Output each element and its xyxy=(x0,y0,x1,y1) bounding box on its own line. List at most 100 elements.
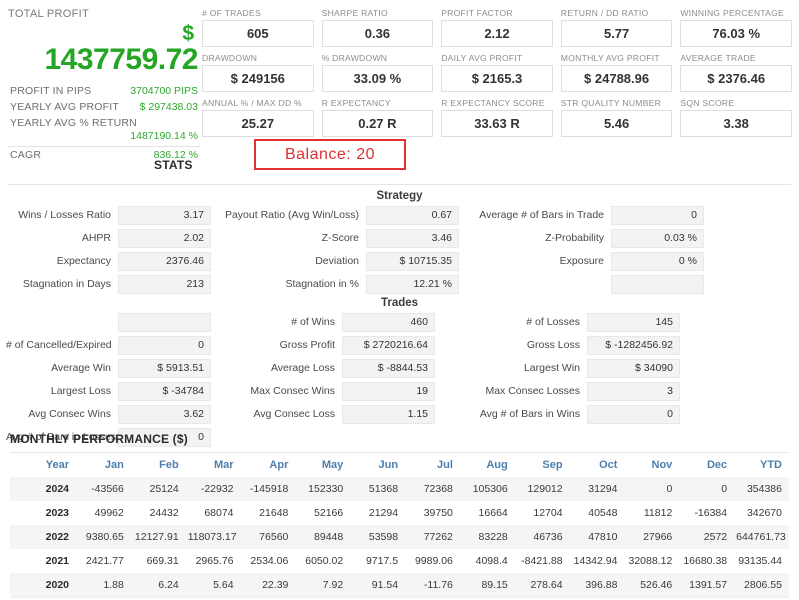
cell-oct: 396.88 xyxy=(585,579,618,591)
field-label-z-score: Z-Score xyxy=(321,232,359,244)
stat-card-label: R EXPECTANCY xyxy=(321,98,391,108)
column-header-year[interactable]: Year xyxy=(10,453,76,477)
metric-label: PROFIT IN PIPS xyxy=(10,85,92,97)
cell-apr: 22.39 xyxy=(262,579,289,591)
cell-year: 2023 xyxy=(45,507,69,519)
cell-jan: 49962 xyxy=(94,507,124,519)
cell-may: 152330 xyxy=(308,483,344,495)
trades-field-grid: # of Wins 460 # of Losses 145 # of Cance… xyxy=(0,313,799,447)
stat-card-label: WINNING PERCENTAGE xyxy=(680,8,785,18)
column-header-jul[interactable]: Jul xyxy=(405,453,460,477)
column-header-sep[interactable]: Sep xyxy=(515,453,570,477)
cell-jan: 9380.65 xyxy=(85,531,124,543)
stat-card-value: 605 xyxy=(202,20,314,47)
cell-mar: 118073.17 xyxy=(187,531,237,543)
field-label-gross-loss: Gross Loss xyxy=(526,339,580,351)
stat-card-value: 5.77 xyxy=(560,20,673,47)
column-header-feb[interactable]: Feb xyxy=(131,453,186,477)
trades-heading: Trades xyxy=(380,297,419,309)
field-value-z-score: 3.46 xyxy=(366,229,459,248)
cell-jun: 53598 xyxy=(368,531,399,543)
cell-oct: 40548 xyxy=(588,507,618,519)
stats-heading: STATS xyxy=(154,158,193,172)
cell-oct: 47810 xyxy=(588,531,618,543)
column-header-may[interactable]: May xyxy=(295,453,350,477)
cell-sep: 46736 xyxy=(533,531,563,543)
column-header-ytd[interactable]: YTD xyxy=(734,453,789,477)
column-header-oct[interactable]: Oct xyxy=(570,453,625,477)
cell-ytd: 354386 xyxy=(746,483,782,495)
column-header-dec[interactable]: Dec xyxy=(679,453,734,477)
cell-dec: 0 xyxy=(721,483,728,495)
cell-year: 2020 xyxy=(45,579,69,591)
column-header-apr[interactable]: Apr xyxy=(241,453,296,477)
field-label-stagnation-in-days: Stagnation in Days xyxy=(22,278,111,290)
metric-label: YEARLY AVG % RETURN xyxy=(10,117,137,129)
field-label-stagnation-in-percent: Stagnation in % xyxy=(285,278,359,290)
field-label-avg-consec-loss: Avg Consec Loss xyxy=(253,408,335,420)
field-value-exposure: 0 % xyxy=(611,252,704,271)
stat-card-value: 5.46 xyxy=(560,110,673,137)
field-label-number-of-losses: # of Losses xyxy=(526,316,580,328)
table-row: 2022 9380.65 12127.91 118073.17 76560 89448 53… xyxy=(10,525,789,549)
trades-section: Trades # of Wins 460 # of Losses 145 # o… xyxy=(0,297,799,447)
stat-card-winning-percentage: WINNING PERCENTAGE 76.03 % xyxy=(680,8,792,53)
summary-section: TOTAL PROFIT $ 1437759.72 PROFIT IN PIPS… xyxy=(0,0,799,185)
stat-card-str-quality-number: STR QUALITY NUMBER 5.46 xyxy=(560,98,673,143)
field-label-exposure: Exposure xyxy=(559,255,604,267)
cell-jul: 9989.06 xyxy=(414,555,453,567)
headline-metrics-list: PROFIT IN PIPS 3704700 PIPS YEARLY AVG P… xyxy=(8,83,200,163)
stat-card-sharpe-ratio: SHARPE RATIO 0.36 xyxy=(321,8,434,53)
cell-oct: 14342.94 xyxy=(573,555,618,567)
stat-card-value: 2.12 xyxy=(441,20,553,47)
cell-jul: 39750 xyxy=(423,507,453,519)
cell-sep: 12704 xyxy=(533,507,563,519)
stat-card-monthly-avg-profit: MONTHLY AVG PROFIT $ 24788.96 xyxy=(560,53,673,98)
stat-card-percent-drawdown: % DRAWDOWN 33.09 % xyxy=(321,53,434,98)
monthly-performance-bottom-divider xyxy=(10,597,789,598)
total-profit-value: 1437759.72 xyxy=(44,43,199,76)
cell-jan: 2421.77 xyxy=(85,555,124,567)
cell-nov: 0 xyxy=(666,483,673,495)
stat-card-label: SQN SCORE xyxy=(680,98,735,108)
cell-may: 6050.02 xyxy=(305,555,344,567)
stat-card-value: $ 249156 xyxy=(202,65,314,92)
stat-card-sqn-score: SQN SCORE 3.38 xyxy=(680,98,792,143)
field-value-z-probability: 0.03 % xyxy=(611,229,704,248)
field-value-stagnation-in-days: 213 xyxy=(118,275,211,294)
column-header-jun[interactable]: Jun xyxy=(350,453,405,477)
field-label-ahpr: AHPR xyxy=(81,232,111,244)
cell-sep: 278.64 xyxy=(530,579,563,591)
stat-card-label: SHARPE RATIO xyxy=(321,8,388,18)
field-label-expectancy: Expectancy xyxy=(56,255,111,267)
stat-card-label: % DRAWDOWN xyxy=(321,53,388,63)
column-header-aug[interactable]: Aug xyxy=(460,453,515,477)
cell-ytd: 644761.73 xyxy=(736,531,786,543)
field-value-average-bars-in-trade: 0 xyxy=(611,206,704,225)
cell-year: 2022 xyxy=(45,531,69,543)
column-header-jan[interactable]: Jan xyxy=(76,453,131,477)
field-value-expectancy: 2376.46 xyxy=(118,252,211,271)
field-label-average-loss: Average Loss xyxy=(270,362,335,374)
metric-value: 3704700 PIPS xyxy=(130,85,198,97)
cell-jun: 9717.5 xyxy=(365,555,399,567)
cell-sep: 129012 xyxy=(527,483,563,495)
field-value-average-win: $ 5913.51 xyxy=(118,359,211,378)
field-value-gross-profit: $ 2720216.64 xyxy=(342,336,435,355)
cell-feb: 25124 xyxy=(149,483,179,495)
field-value-largest-loss: $ -34784 xyxy=(118,382,211,401)
stat-card-r-expectancy-score: R EXPECTANCY SCORE 33.63 R xyxy=(441,98,553,143)
stat-card-value: 3.38 xyxy=(680,110,792,137)
table-header-row: Year Jan Feb Mar Apr May Jun Jul Aug Sep… xyxy=(10,453,789,477)
stat-card-label: RETURN / DD RATIO xyxy=(560,8,649,18)
table-body: 2024 -43566 25124 -22932 -145918 152330 51368 7… xyxy=(10,477,789,597)
metric-label: CAGR xyxy=(10,149,42,161)
cell-aug: 105306 xyxy=(472,483,508,495)
column-header-nov[interactable]: Nov xyxy=(624,453,679,477)
stat-card-r-expectancy: R EXPECTANCY 0.27 R xyxy=(321,98,434,143)
stat-card-grid: # OF TRADES 605 SHARPE RATIO 0.36 PROFIT… xyxy=(202,8,792,143)
trading-performance-dashboard: TOTAL PROFIT $ 1437759.72 PROFIT IN PIPS… xyxy=(0,0,799,600)
field-value-largest-win: $ 34090 xyxy=(587,359,680,378)
column-header-mar[interactable]: Mar xyxy=(186,453,241,477)
cell-ytd: 2806.55 xyxy=(744,579,782,591)
